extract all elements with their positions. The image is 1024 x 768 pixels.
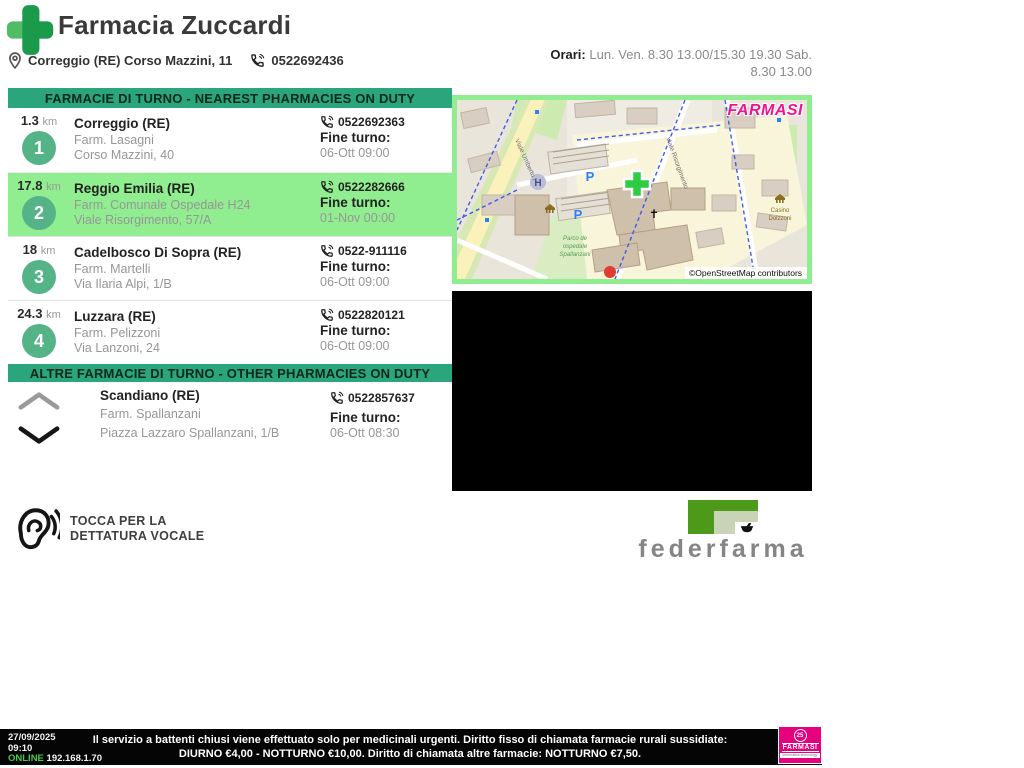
park-label: ospedale: [563, 244, 588, 250]
scroll-down-button[interactable]: [17, 425, 61, 445]
church-cross: ✝: [649, 207, 659, 221]
pharmacy-phone: 0522857637: [348, 391, 415, 405]
pharmacy-address: Correggio (RE) Corso Mazzini, 11: [28, 53, 233, 68]
phone-icon: [331, 391, 344, 404]
pharmacy-phone: 0522-911116: [338, 244, 407, 258]
pharmacy-address-row: Correggio (RE) Corso Mazzini, 11 0522692…: [8, 52, 344, 69]
pharmacy-city: Scandiano (RE): [100, 388, 200, 403]
distance: 18 km: [22, 242, 56, 257]
anniversary-badge: 25: [793, 729, 807, 742]
service-notice: Il servizio a battenti chiusi viene effe…: [92, 734, 728, 760]
map-attribution: ©OpenStreetMap contributors: [685, 267, 807, 279]
shift-end-label: Fine turno:: [320, 259, 391, 274]
pharmacy-city: Correggio (RE): [74, 116, 170, 131]
page-title: Farmacia Zuccardi: [58, 10, 292, 40]
pharmacy-city: Luzzara (RE): [74, 309, 156, 324]
farmasi-footer-logo: 25 FARMASI informatica technology: [778, 726, 822, 764]
kiosk-screen: Farmacia Zuccardi Correggio (RE) Corso M…: [0, 0, 1024, 768]
shift-end-time: 06-Ott 08:30: [330, 426, 400, 440]
park-label: Parco de: [563, 236, 588, 242]
shift-end-time: 06-Ott 09:00: [320, 146, 390, 160]
duty-pharmacies-panel: FARMACIE DI TURNO - NEAREST PHARMACIES O…: [8, 88, 452, 460]
shift-end-label: Fine turno:: [320, 323, 391, 338]
shift-end-label: Fine turno:: [320, 130, 391, 145]
ear-icon: [18, 508, 60, 550]
pharmacy-name: Farm. Pelizzoni: [74, 326, 161, 340]
poi-label: Dolzzoni: [768, 216, 791, 222]
pharmacy-cross-logo: [6, 5, 54, 55]
pharmacy-phone: 0522692436: [271, 53, 344, 68]
shift-end-time: 06-Ott 09:00: [320, 339, 390, 353]
rank-badge: 4: [22, 324, 56, 358]
pharmacy-street: Piazza Lazzaro Spallanzani, 1/B: [100, 426, 280, 440]
pharmacy-phone: 0522282666: [338, 180, 405, 194]
federfarma-wordmark: federfarma: [638, 535, 808, 563]
shift-end-label: Fine turno:: [330, 410, 401, 425]
pharmacy-name: Farm. Spallanzani: [100, 407, 201, 421]
rank-badge: 3: [22, 260, 56, 294]
nearest-duty-header-bar: FARMACIE DI TURNO - NEAREST PHARMACIES O…: [8, 88, 452, 108]
online-status: ONLINE: [8, 753, 44, 764]
phone-icon: [251, 53, 265, 67]
farmasi-wordmark: FARMASI: [781, 743, 819, 752]
voice-dictation-label: TOCCA PER LA DETTATURA VOCALE: [70, 514, 205, 543]
blank-display-area: [452, 291, 812, 491]
shift-end-time: 01-Nov 00:00: [320, 211, 396, 225]
pharmacy-row-2-selected[interactable]: 17.8 km 2 Reggio Emilia (RE) Farm. Comun…: [8, 172, 452, 236]
other-duty-header-bar: ALTRE FARMACIE DI TURNO - OTHER PHARMACI…: [8, 364, 452, 382]
pharmacy-street: Viale Risorgimento, 57/A: [74, 213, 212, 227]
phone-icon: [321, 115, 334, 128]
pharmacy-street: Via Ilaria Alpi, 1/B: [74, 277, 172, 291]
opening-hours: Orari: Lun. Ven. 8.30 13.00/15.30 19.30 …: [512, 46, 812, 80]
federfarma-logo: federfarma: [630, 500, 816, 564]
pharmacy-phone: 0522820121: [338, 308, 405, 322]
distance: 1.3 km: [20, 113, 58, 128]
hours-line1: Lun. Ven. 8.30 13.00/15.30 19.30 Sab.: [589, 47, 812, 62]
shift-end-time: 06-Ott 09:00: [320, 275, 390, 289]
scroll-up-button[interactable]: [17, 391, 61, 411]
phone-icon: [321, 308, 334, 321]
pharmacy-street: Via Lanzoni, 24: [74, 341, 160, 355]
hours-line2: 8.30 13.00: [750, 64, 812, 79]
pharmacy-phone: 0522692363: [338, 115, 405, 129]
other-pharmacy-row: Scandiano (RE) Farm. Spallanzani Piazza …: [8, 382, 452, 460]
pharmacy-city: Reggio Emilia (RE): [74, 181, 195, 196]
farmasi-map-logo: FARMASI: [727, 102, 803, 119]
federfarma-mark: [688, 500, 758, 534]
distance: 17.8 km: [17, 178, 61, 193]
voice-dictation-button[interactable]: TOCCA PER LA DETTATURA VOCALE: [10, 503, 204, 555]
parking-symbol: P: [586, 169, 595, 184]
parking-symbol: P: [574, 207, 583, 222]
street-map[interactable]: H P P ✝ Viale Umberto I Viale Risorgimen…: [452, 95, 812, 284]
location-pin-icon: [9, 52, 21, 69]
pharmacy-name: Farm. Martelli: [74, 262, 151, 276]
pharmacy-street: Corso Mazzini, 40: [74, 148, 175, 162]
pharmacy-name: Farm. Lasagni: [74, 133, 154, 147]
status-footer: 27/09/2025 09:10 ONLINE 192.168.1.70 Il …: [0, 729, 822, 765]
nearest-duty-list: 1.3 km 1 Correggio (RE) Farm. Lasagni Co…: [8, 108, 452, 364]
shift-end-label: Fine turno:: [320, 195, 391, 210]
farmasi-tagline: informatica technology: [780, 753, 820, 758]
phone-icon: [321, 244, 334, 257]
pharmacy-row-4[interactable]: 24.3 km 4 Luzzara (RE) Farm. Pelizzoni V…: [8, 300, 452, 364]
distance: 24.3 km: [17, 306, 61, 321]
pharmacy-name: Farm. Comunale Ospedale H24: [74, 198, 251, 212]
pharmacy-row-3[interactable]: 18 km 3 Cadelbosco Di Sopra (RE) Farm. M…: [8, 236, 452, 300]
rank-badge: 2: [22, 196, 56, 230]
svg-text:©OpenStreetMap contributors: ©OpenStreetMap contributors: [689, 268, 802, 278]
park-label: Spallanzani: [559, 252, 591, 258]
rank-badge: 1: [22, 131, 56, 165]
phone-icon: [321, 180, 334, 193]
poi-label: Casino: [771, 208, 790, 214]
mortar-pestle-icon: [740, 523, 753, 533]
pharmacy-row-1[interactable]: 1.3 km 1 Correggio (RE) Farm. Lasagni Co…: [8, 108, 452, 172]
pharmacy-city: Cadelbosco Di Sopra (RE): [74, 245, 242, 260]
hours-label: Orari:: [550, 47, 586, 62]
